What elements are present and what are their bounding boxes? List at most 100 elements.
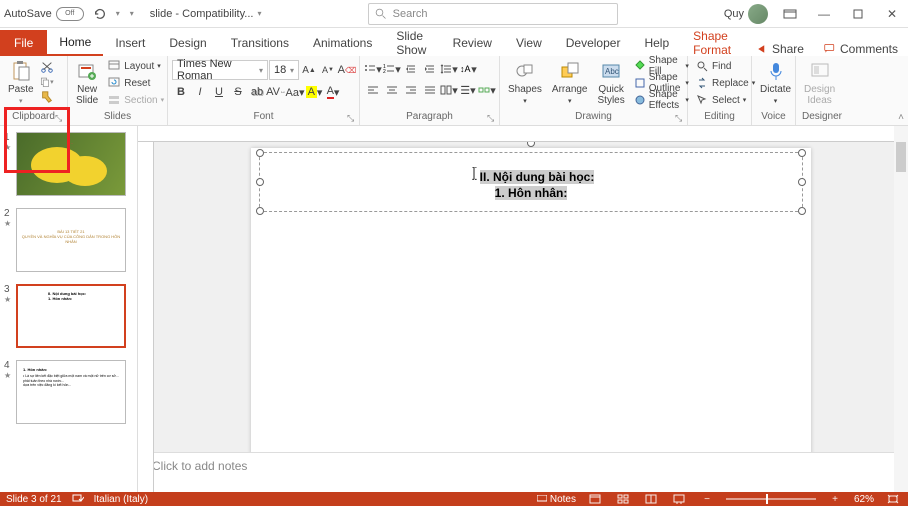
view-normal-button[interactable] [586,493,604,505]
reset-button[interactable]: Reset [104,75,167,91]
autosave-toggle[interactable]: AutoSave Off [4,7,84,21]
align-right-button[interactable] [402,81,420,99]
handle-w[interactable] [256,178,264,186]
tab-slideshow[interactable]: Slide Show [384,30,440,56]
qat-overflow[interactable]: ▾ [130,9,134,18]
zoom-out-button[interactable]: − [698,493,716,505]
tab-developer[interactable]: Developer [554,30,633,56]
new-slide-button[interactable]: New Slide [72,58,102,108]
quick-styles-button[interactable]: AbcQuick Styles [594,58,629,108]
close-button[interactable]: ✕ [880,2,904,26]
select-button[interactable]: Select▾ [692,92,758,108]
find-button[interactable]: Find [692,58,758,74]
clear-format-button[interactable]: A⌫ [338,61,356,79]
language-indicator[interactable]: Italian (Italy) [94,494,148,505]
tab-review[interactable]: Review [441,30,504,56]
tab-shape-format[interactable]: Shape Format [681,30,746,56]
section-button[interactable]: Section▾ [104,92,167,108]
vertical-scrollbar[interactable] [894,126,908,492]
tab-insert[interactable]: Insert [103,30,157,56]
italic-button[interactable]: I [191,83,209,101]
share-button[interactable]: Share [746,42,814,56]
strike-button[interactable]: S [229,83,247,101]
shapes-button[interactable]: Shapes▾ [504,58,546,107]
align-left-button[interactable] [364,81,382,99]
handle-e[interactable] [798,178,806,186]
handle-ne[interactable] [798,149,806,157]
view-sorter-button[interactable] [614,493,632,505]
cut-button[interactable] [40,60,54,74]
spell-check-icon[interactable] [72,494,84,504]
font-launcher[interactable]: ⤡ [347,113,357,123]
format-painter-button[interactable] [40,90,54,104]
thumb-3[interactable]: 3★ II. Nội dung bài học:1. Hôn nhân: [0,282,137,358]
account-button[interactable]: Quy [724,4,768,24]
search-input[interactable]: Search [368,3,618,25]
slide-canvas-area[interactable]: II. Nội dung bài học: 1. Hôn nhân: [138,142,908,452]
collapse-ribbon-button[interactable]: ˄ [898,112,904,123]
tab-design[interactable]: Design [157,30,218,56]
copy-button[interactable]: ▾ [40,75,54,89]
tab-home[interactable]: Home [47,30,103,56]
zoom-in-button[interactable]: + [826,493,844,505]
view-slideshow-button[interactable] [670,493,688,505]
shadow-button[interactable]: ab [248,83,266,101]
spacing-button[interactable]: AV↔ [267,83,285,101]
thumb-2[interactable]: 2★ BÀI 13 TIẾT 21QUYỀN VÀ NGHĨA VỤ CỦA C… [0,206,137,282]
minimize-button[interactable]: — [812,2,836,26]
zoom-level[interactable]: 62% [854,494,874,505]
shape-effects-button[interactable]: Shape Effects▾ [631,92,692,108]
highlight-button[interactable]: A▾ [305,83,323,101]
comments-button[interactable]: Comments [814,42,908,56]
tab-help[interactable]: Help [632,30,681,56]
notes-toggle[interactable]: Notes [537,494,576,505]
undo-dropdown[interactable]: ▾ [116,9,120,18]
align-center-button[interactable] [383,81,401,99]
text-direction-button[interactable]: ↕A▾ [459,60,477,78]
dictate-button[interactable]: Dictate▾ [756,58,795,107]
ribbon-display-button[interactable] [778,2,802,26]
tab-transitions[interactable]: Transitions [219,30,301,56]
handle-se[interactable] [798,207,806,215]
numbering-button[interactable]: 12▾ [383,60,401,78]
zoom-slider[interactable] [726,498,816,500]
font-name-combo[interactable]: Times New Roman▾ [172,60,268,80]
handle-nw[interactable] [256,149,264,157]
view-reading-button[interactable] [642,493,660,505]
smartart-button[interactable]: ▾ [478,81,496,99]
decrease-font-button[interactable]: A▼ [319,61,337,79]
slide-canvas[interactable]: II. Nội dung bài học: 1. Hôn nhân: [251,148,811,452]
increase-font-button[interactable]: A▲ [300,61,318,79]
undo-button[interactable] [90,4,110,24]
layout-button[interactable]: Layout▾ [104,58,167,74]
thumb-4[interactable]: 4★ 1. Hôn nhân:• Là sự liên kết đặc biệt… [0,358,137,434]
decrease-indent-button[interactable] [402,60,420,78]
replace-button[interactable]: Replace▾ [692,75,758,91]
font-color-button[interactable]: A▾ [324,83,342,101]
title-textbox[interactable]: II. Nội dung bài học: 1. Hôn nhân: [259,152,803,212]
design-ideas-button[interactable]: Design Ideas [800,58,839,108]
slide-counter[interactable]: Slide 3 of 21 [6,494,62,505]
line-spacing-button[interactable]: ▾ [440,60,458,78]
align-text-button[interactable]: ☰▾ [459,81,477,99]
font-size-combo[interactable]: 18▾ [269,60,299,80]
justify-button[interactable] [421,81,439,99]
autosave-switch[interactable]: Off [56,7,84,21]
drawing-launcher[interactable]: ⤡ [675,113,685,123]
clipboard-launcher[interactable]: ⤡ [55,113,65,123]
fit-slide-button[interactable] [884,493,902,505]
paste-button[interactable]: Paste ▾ [4,58,38,107]
change-case-button[interactable]: Aa▾ [286,83,304,101]
notes-pane[interactable]: Click to add notes [138,452,908,492]
columns-button[interactable]: ▾ [440,81,458,99]
bold-button[interactable]: B [172,83,190,101]
rotate-handle[interactable] [527,142,535,147]
increase-indent-button[interactable] [421,60,439,78]
tab-file[interactable]: File [0,30,47,56]
underline-button[interactable]: U [210,83,228,101]
bullets-button[interactable]: ▾ [364,60,382,78]
slide-thumbnails[interactable]: 1★ · 2★ BÀI 13 TIẾT 21QUYỀN VÀ NGHĨA VỤ … [0,126,138,492]
tab-animations[interactable]: Animations [301,30,384,56]
tab-view[interactable]: View [504,30,554,56]
arrange-button[interactable]: Arrange▾ [548,58,592,107]
